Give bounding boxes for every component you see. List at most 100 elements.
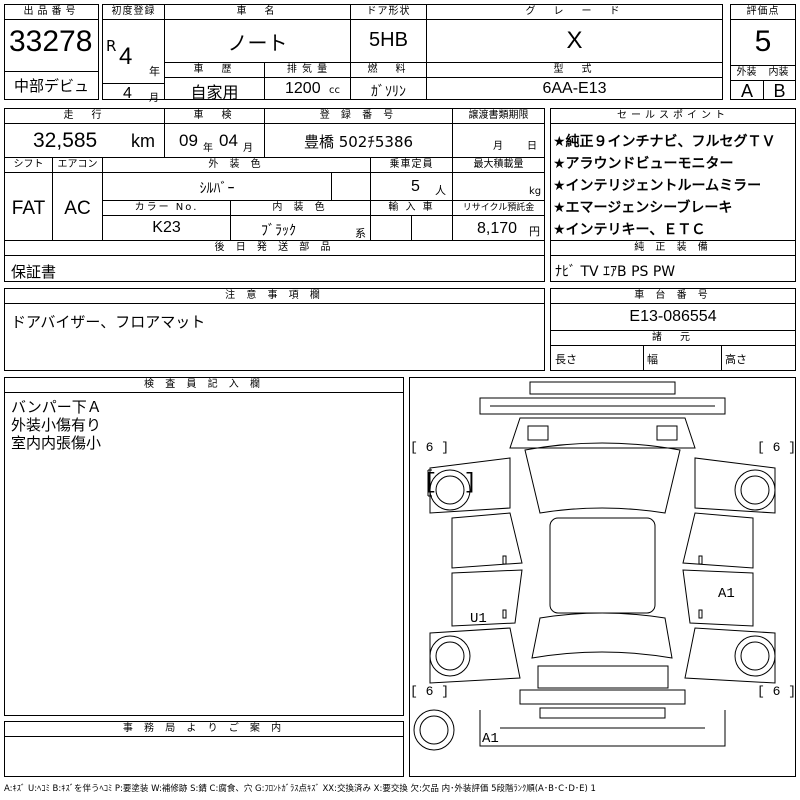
later-parts-box: 後 日 発 送 部 品 保証書 bbox=[4, 240, 545, 282]
inspector-label: 検 査 員 記 入 欄 bbox=[5, 378, 403, 393]
int-color: ﾌﾞﾗｯｸ bbox=[261, 223, 296, 239]
capacity-box: 乗車定員 5 人 bbox=[370, 157, 453, 201]
lot-number-box: 出品番号 33278 中部デビュ bbox=[4, 4, 99, 100]
dims-divider bbox=[643, 346, 644, 370]
height-label: 高さ bbox=[725, 353, 747, 366]
fuel-label: 燃 料 bbox=[351, 63, 426, 78]
grade-box: グ レ ー ド X bbox=[426, 4, 723, 63]
history-label: 車 歴 bbox=[165, 63, 264, 78]
notes: ドアバイザー、フロアマット bbox=[11, 313, 206, 331]
door-type-label: ドア形状 bbox=[351, 5, 426, 20]
reg-month: 4 bbox=[123, 85, 132, 102]
car-outline-diagram bbox=[413, 381, 776, 751]
mileage-box: 走 行 32,585 km bbox=[4, 108, 165, 158]
first-registration-label: 初度登録 bbox=[103, 5, 164, 20]
exterior-grade-label: 外装 bbox=[731, 65, 763, 81]
door-type-box: ドア形状 5HB bbox=[350, 4, 427, 63]
inspection-year: 09 bbox=[179, 131, 198, 150]
spare-bracket: [ ] bbox=[424, 470, 477, 495]
mileage: 32,585 bbox=[33, 129, 98, 152]
score-label: 評価点 bbox=[731, 5, 795, 20]
reg-number-label: 登 録 番 号 bbox=[265, 109, 452, 124]
tire-mark-front-right: [ 6 ] bbox=[757, 440, 797, 455]
damage-mark-a1: A1 bbox=[718, 586, 735, 602]
inspector-line: 室内内張傷小 bbox=[11, 434, 102, 452]
import-divider bbox=[411, 216, 412, 240]
color-no-box: カラー No. K23 bbox=[102, 200, 231, 241]
chassis-label: 車 台 番 号 bbox=[551, 289, 795, 304]
notes-label: 注 意 事 項 欄 bbox=[5, 289, 544, 304]
sales-point-item: ★純正９インチナビ、フルセグＴＶ bbox=[553, 134, 776, 150]
mileage-unit: km bbox=[131, 131, 155, 151]
inspection-month: 04 bbox=[219, 131, 238, 150]
reg-number-box: 登 録 番 号 豊橋 502ﾁ5386 bbox=[264, 108, 453, 158]
era-label: R bbox=[106, 37, 117, 55]
chassis-number: E13-086554 bbox=[629, 308, 717, 325]
score: 5 bbox=[754, 25, 772, 58]
recycle-label: リサイクル預託金 bbox=[453, 201, 544, 216]
transfer-month-unit: 月 bbox=[493, 141, 503, 152]
capacity: 5 bbox=[411, 178, 420, 195]
inspection-box: 車 検 09 年 04 月 bbox=[164, 108, 265, 158]
grade: X bbox=[566, 27, 583, 54]
interior-grade-label: 内装 bbox=[762, 65, 795, 81]
model-label: 型 式 bbox=[427, 63, 722, 78]
transfer-label: 譲渡書類期限 bbox=[453, 109, 544, 124]
debut-label: 中部デビュ bbox=[5, 71, 98, 99]
shift-label: シフト bbox=[5, 158, 52, 173]
score-box: 評価点 5 外装 内装 A B bbox=[730, 4, 796, 101]
damage-mark-u1: U1 bbox=[470, 611, 487, 627]
mileage-label: 走 行 bbox=[5, 109, 164, 124]
int-color-unit: 系 bbox=[355, 227, 366, 240]
inspection-year-unit: 年 bbox=[203, 143, 213, 154]
sales-points-box: セールスポイント ★純正９インチナビ、フルセグＴＶ ★アラウンドビューモニター … bbox=[550, 108, 796, 241]
office-box: 事 務 局 よ り ご 案 内 bbox=[4, 721, 404, 777]
tire-mark-rear-left: [ 6 ] bbox=[410, 684, 450, 699]
sales-point-item: ★インテリジェントルームミラー bbox=[553, 178, 762, 194]
car-name: ノート bbox=[227, 31, 288, 55]
grade-label: グ レ ー ド bbox=[427, 5, 722, 20]
capacity-unit: 人 bbox=[435, 184, 446, 197]
reg-number: 豊橋 502ﾁ5386 bbox=[303, 133, 414, 151]
ac-label: エアコン bbox=[53, 158, 102, 173]
legend-footer: A:ｷｽﾞ U:ﾍｺﾐ B:ｷｽﾞを伴うﾍｺﾐ P:要塗装 W:補修跡 S:錆 … bbox=[4, 784, 596, 794]
color-no: K23 bbox=[152, 219, 181, 236]
history-box: 車 歴 自家用 bbox=[164, 62, 265, 102]
tire-mark-front-left: [ 6 ] bbox=[410, 440, 450, 455]
sales-point-item: ★アラウンドビューモニター bbox=[553, 156, 734, 172]
year-unit: 年 bbox=[149, 65, 160, 78]
damage-mark-a1-bumper: A1 bbox=[482, 731, 499, 747]
later-parts-label: 後 日 発 送 部 品 bbox=[5, 241, 544, 256]
door-type: 5HB bbox=[369, 29, 408, 51]
color-no-label: カラー No. bbox=[103, 201, 230, 216]
displacement: 1200 bbox=[285, 80, 321, 97]
length-label: 長さ bbox=[555, 353, 577, 366]
recycle-amount: 8,170 bbox=[477, 220, 518, 237]
damage-diagram: [ 6 ] [ 6 ] [ 6 ] [ 6 ] [ ] U1 A1 A1 bbox=[409, 377, 796, 777]
ac-box: エアコン AC bbox=[52, 157, 103, 241]
dims-divider bbox=[721, 346, 722, 370]
notes-box: 注 意 事 項 欄 ドアバイザー、フロアマット bbox=[4, 288, 545, 371]
max-load-label: 最大積載量 bbox=[453, 158, 544, 173]
sales-point-item: ★エマージェンシーブレーキ bbox=[553, 200, 733, 216]
fuel-box: 燃 料 ｶﾞｿﾘﾝ bbox=[350, 62, 427, 100]
inspector-box: 検 査 員 記 入 欄 バンパー下Ａ 外装小傷有り 室内内張傷小 bbox=[4, 377, 404, 716]
sales-point-item: ★インテリキー、ＥＴＣ bbox=[553, 222, 706, 238]
recycle-unit: 円 bbox=[529, 225, 540, 238]
ext-color-label: 外 装 色 bbox=[103, 158, 370, 173]
capacity-label: 乗車定員 bbox=[371, 158, 452, 173]
model-box: 型 式 6AA-E13 bbox=[426, 62, 723, 100]
history: 自家用 bbox=[190, 83, 239, 102]
int-color-box: 内 装 色 ﾌﾞﾗｯｸ 系 bbox=[230, 200, 371, 241]
car-name-label: 車 名 bbox=[165, 5, 350, 20]
model-code: 6AA-E13 bbox=[542, 80, 607, 97]
import-label: 輸 入 車 bbox=[371, 201, 452, 216]
import-box: 輸 入 車 bbox=[370, 200, 453, 241]
displacement-unit: cc bbox=[329, 85, 340, 96]
transfer-day-unit: 日 bbox=[527, 141, 537, 152]
inspection-label: 車 検 bbox=[165, 109, 264, 124]
ac: AC bbox=[64, 198, 91, 219]
max-load-unit: kg bbox=[529, 186, 542, 197]
ext-color: ｼﾙﾊﾞｰ bbox=[199, 181, 235, 197]
ext-color-divider bbox=[331, 173, 332, 200]
